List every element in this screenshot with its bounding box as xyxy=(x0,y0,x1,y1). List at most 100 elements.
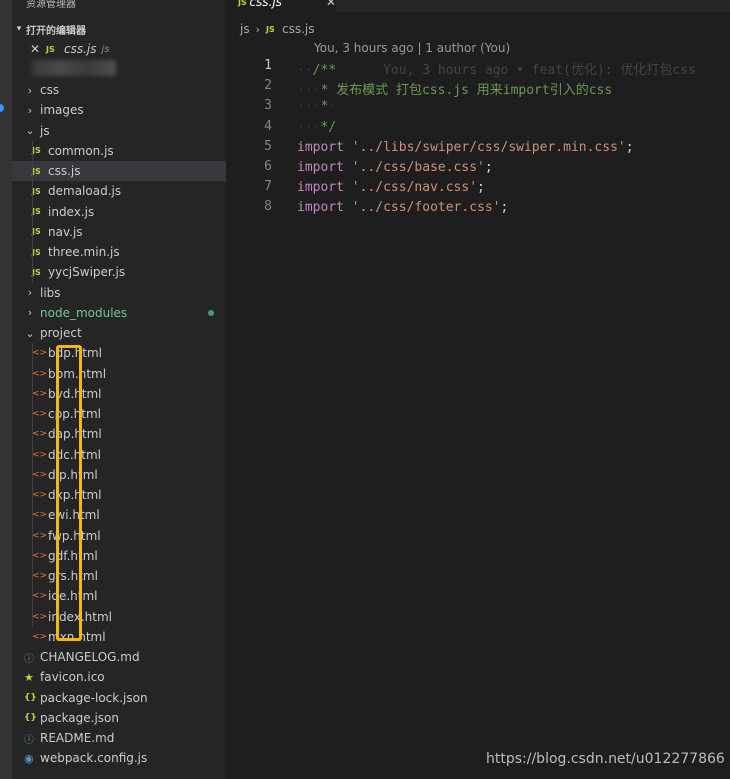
tree-file-item[interactable]: ⓘ CHANGELOG.md xyxy=(12,647,226,667)
tree-item-label: images xyxy=(40,103,84,118)
html-file-icon: <> xyxy=(32,510,48,521)
tree-file-item[interactable]: JS yycjSwiper.js xyxy=(12,262,226,282)
folder-images[interactable]: › images xyxy=(12,100,226,120)
tree-file-item[interactable]: <> ddc.html xyxy=(12,445,226,465)
code-editor[interactable]: 1 ··/** You, 3 hours ago • feat(优化): 优化打包… xyxy=(226,58,730,238)
breadcrumb-file[interactable]: css.js xyxy=(282,22,315,36)
tree-file-item[interactable]: <> cpp.html xyxy=(12,404,226,424)
code-token: ··· xyxy=(297,83,321,99)
tree-file-item[interactable]: <> mxn.html xyxy=(12,627,226,647)
folder-css[interactable]: › css xyxy=(12,80,226,100)
tree-file-item[interactable]: JS index.js xyxy=(12,202,226,222)
code-line[interactable]: 4 ···*/ xyxy=(226,119,730,139)
html-file-icon: <> xyxy=(32,388,48,399)
codelens-blame[interactable]: You, 3 hours ago | 1 author (You) xyxy=(314,41,510,55)
tree-item-label: js xyxy=(40,123,50,138)
html-file-icon: <> xyxy=(32,631,48,642)
code-line[interactable]: 2 ···* 发布模式 打包css.js 用来import引入的css xyxy=(226,78,730,98)
tree-file-item[interactable]: <> bvd.html xyxy=(12,384,226,404)
html-file-icon: <> xyxy=(32,571,48,581)
tree-file-item[interactable]: <> dxp.html xyxy=(12,485,226,505)
code-line[interactable]: 1 ··/** You, 3 hours ago • feat(优化): 优化打包… xyxy=(226,58,730,78)
html-file-icon: <> xyxy=(32,469,48,480)
tree-file-item[interactable]: <> gdf.html xyxy=(12,546,226,566)
folder-libs[interactable]: › libs xyxy=(12,283,226,303)
code-line[interactable]: 7 import '../css/nav.css'; xyxy=(226,179,730,199)
js-file-icon: JS xyxy=(32,207,41,216)
tree-item-label: webpack.config.js xyxy=(40,751,148,766)
tree-file-item[interactable]: ⓘ README.md xyxy=(12,728,226,748)
js-file-icon: JS xyxy=(32,166,41,176)
code-token: ; xyxy=(477,180,485,196)
tree-file-item[interactable]: {} package.json xyxy=(12,708,226,728)
code-token: '../css/nav.css' xyxy=(351,180,478,196)
tree-item-label: libs xyxy=(40,285,61,300)
favicon-file-icon: ★ xyxy=(24,670,34,684)
line-number: 3 xyxy=(264,98,272,114)
tree-file-item[interactable]: <> ide.html xyxy=(12,586,226,606)
tree-file-item[interactable]: <> grs.html xyxy=(12,566,226,586)
code-text: import '../css/base.css'; xyxy=(297,160,493,175)
html-file-icon: <> xyxy=(32,348,48,359)
open-editor-item[interactable]: ✕ JS css.js js xyxy=(12,39,226,59)
blurred-item xyxy=(32,60,116,76)
tree-file-item[interactable]: ★ favicon.ico xyxy=(12,667,226,687)
notification-dot xyxy=(0,104,4,112)
code-line[interactable]: 5 import '../libs/swiper/css/swiper.min.c… xyxy=(226,139,730,159)
tree-item-label: README.md xyxy=(40,731,115,745)
tab-label: css.js xyxy=(249,0,282,9)
folder-node-modules[interactable]: › node_modules xyxy=(12,303,226,323)
code-token: ; xyxy=(625,139,634,155)
tree-file-item[interactable]: JS demaload.js xyxy=(12,181,226,201)
close-icon[interactable]: ✕ xyxy=(12,42,46,56)
code-line[interactable]: 8 import '../css/footer.css'; xyxy=(226,199,730,219)
tree-file-item[interactable]: JS nav.js xyxy=(12,222,226,242)
tree-item-label: common.js xyxy=(48,143,114,158)
html-file-icon: <> xyxy=(32,530,48,541)
close-icon[interactable]: ✕ xyxy=(326,0,336,9)
tree-file-item[interactable]: JS css.js xyxy=(12,161,226,181)
code-token: ; xyxy=(484,160,493,175)
line-number: 2 xyxy=(264,78,272,94)
sidebar-title: 资源管理器 xyxy=(26,0,76,10)
tree-file-item[interactable]: <> bpm.html xyxy=(12,364,226,384)
chevron-right-icon: › xyxy=(27,306,33,320)
tab-css-js[interactable]: JS css.js ✕ xyxy=(226,0,336,12)
open-editor-dir: js xyxy=(101,43,110,55)
tree-file-item[interactable]: <> bdp.html xyxy=(12,343,226,363)
code-token: import xyxy=(297,200,344,216)
code-text: ···*· xyxy=(297,99,336,114)
markdown-file-icon: ⓘ xyxy=(24,653,34,665)
tree-file-item[interactable]: ◉ webpack.config.js xyxy=(12,748,226,768)
chevron-down-icon: ⌄ xyxy=(25,326,35,340)
tree-file-item[interactable]: {} package-lock.json xyxy=(12,688,226,708)
code-token: ··· xyxy=(297,99,321,115)
tree-file-item[interactable]: JS three.min.js xyxy=(12,242,226,262)
tree-file-item[interactable]: <> ewi.html xyxy=(12,505,226,525)
code-token: '../css/base.css' xyxy=(351,160,485,175)
js-file-icon: JS xyxy=(32,146,41,156)
tree-file-item[interactable]: <> fwp.html xyxy=(12,526,226,546)
code-text: import '../css/nav.css'; xyxy=(297,180,485,195)
tree-file-item[interactable]: <> dap.html xyxy=(12,424,226,444)
html-file-icon: <> xyxy=(32,449,48,460)
folder-js[interactable]: ⌄ js xyxy=(12,121,226,141)
chevron-down-icon: ⌄ xyxy=(25,124,35,137)
code-text: ··/** You, 3 hours ago • feat(优化): 优化打包c… xyxy=(297,59,696,78)
js-file-icon: JS xyxy=(32,186,41,196)
code-token: import xyxy=(297,160,344,175)
folder-project[interactable]: ⌄ project xyxy=(12,323,226,343)
json-file-icon: {} xyxy=(24,712,37,723)
code-line[interactable]: 3 ···*· xyxy=(226,98,730,118)
tree-file-item[interactable]: <> dip.html xyxy=(12,465,226,485)
open-editors-header[interactable]: ▾ 打开的编辑器 xyxy=(12,20,226,38)
tree-item-label: css xyxy=(40,83,60,97)
code-line[interactable]: 6 import '../css/base.css'; xyxy=(226,159,730,179)
html-file-icon: <> xyxy=(32,550,48,561)
tree-file-item[interactable]: JS common.js xyxy=(12,141,226,161)
tree-item-label: package.json xyxy=(40,710,120,725)
tree-file-item[interactable]: <> index.html xyxy=(12,607,226,627)
html-file-icon: <> xyxy=(32,611,48,622)
breadcrumb-folder[interactable]: js xyxy=(240,22,250,36)
